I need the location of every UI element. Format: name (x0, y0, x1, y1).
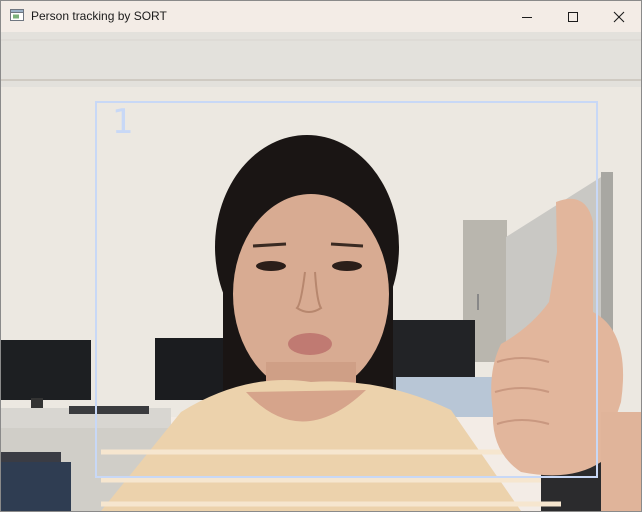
webcam-video-frame: 1 (1, 32, 641, 511)
maximize-icon (568, 11, 578, 22)
close-icon (613, 11, 625, 22)
app-window-icon (10, 9, 24, 21)
minimize-icon (522, 16, 532, 18)
minimize-button[interactable] (504, 1, 550, 32)
window-title: Person tracking by SORT (31, 9, 167, 23)
title-bar[interactable]: Person tracking by SORT (1, 1, 641, 32)
maximize-button[interactable] (550, 1, 596, 32)
close-button[interactable] (596, 1, 641, 32)
app-window: Person tracking by SORT 1 (0, 0, 642, 512)
tracking-bounding-box: 1 (95, 101, 598, 478)
track-id-label: 1 (112, 102, 134, 142)
